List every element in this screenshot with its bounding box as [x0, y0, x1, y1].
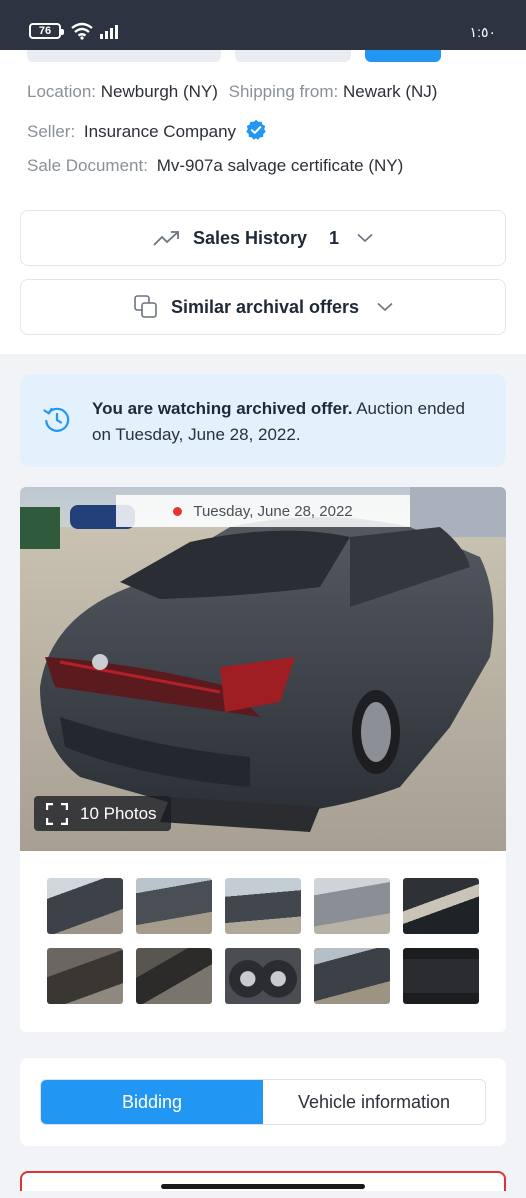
primary-button-stub[interactable]	[365, 50, 441, 62]
seller-value: Insurance Company	[83, 122, 237, 141]
view-photos-button[interactable]: 10 Photos	[34, 796, 171, 831]
button-stub	[27, 50, 221, 62]
photo-thumbnail[interactable]	[225, 878, 301, 934]
photo-thumbnail[interactable]	[314, 948, 390, 1004]
signal-icon	[100, 23, 118, 39]
status-bar: 76 ١:٥٠	[0, 0, 526, 50]
photos-count-label: 10 Photos	[80, 803, 157, 823]
trending-up-icon	[153, 229, 181, 247]
history-icon	[42, 404, 72, 439]
sale-document-value: Mv-907a salvage certificate (NY)	[156, 156, 404, 175]
fullscreen-icon	[46, 802, 68, 825]
location-row: Location: Newburgh (NY) Shipping from: N…	[27, 82, 437, 102]
tab-vehicle-information[interactable]: Vehicle information	[263, 1080, 485, 1124]
details-tabs-card: Bidding Vehicle information	[20, 1058, 506, 1146]
photo-thumbnail[interactable]	[47, 948, 123, 1004]
shipping-label: Shipping from:	[228, 82, 339, 101]
home-indicator[interactable]	[161, 1184, 365, 1189]
chevron-down-icon	[377, 302, 393, 312]
main-vehicle-photo[interactable]: Tuesday, June 28, 2022 10 Photos	[20, 487, 506, 851]
sales-history-count: 1	[329, 227, 340, 248]
photo-thumbnail[interactable]	[314, 878, 390, 934]
auction-date: Tuesday, June 28, 2022	[193, 502, 353, 520]
tab-bar: Bidding Vehicle information	[40, 1079, 486, 1125]
wifi-icon	[71, 22, 93, 40]
shipping-value: Newark (NJ)	[342, 82, 438, 101]
location-label: Location:	[27, 82, 96, 101]
photo-thumbnail[interactable]	[136, 878, 212, 934]
sales-history-accordion[interactable]: Sales History 1	[20, 210, 506, 266]
banner-text: You are watching archived offer. Auction…	[92, 396, 482, 448]
sale-document-label: Sale Document:	[27, 156, 148, 175]
archived-offer-banner: You are watching archived offer. Auction…	[20, 374, 506, 467]
photo-thumbnails	[47, 878, 481, 1004]
verified-badge-icon	[246, 119, 266, 140]
photo-thumbnail[interactable]	[47, 878, 123, 934]
location-value: Newburgh (NY)	[100, 82, 218, 101]
copy-icon	[133, 294, 159, 320]
sales-history-label: Sales History	[192, 227, 308, 248]
seller-label: Seller:	[27, 122, 76, 141]
photo-thumbnail[interactable]	[403, 878, 479, 934]
red-dot-icon	[173, 506, 183, 516]
auction-date-chip: Tuesday, June 28, 2022	[116, 495, 410, 527]
photo-thumbnail[interactable]	[403, 948, 479, 1004]
tab-bidding[interactable]: Bidding	[41, 1080, 263, 1124]
similar-offers-label: Similar archival offers	[170, 296, 360, 317]
clock: ١:٥٠	[469, 24, 496, 40]
photo-thumbnail[interactable]	[225, 948, 301, 1004]
photo-thumbnail[interactable]	[136, 948, 212, 1004]
button-stub	[235, 50, 351, 62]
vehicle-details-card: Location: Newburgh (NY) Shipping from: N…	[0, 50, 526, 354]
similar-offers-accordion[interactable]: Similar archival offers	[20, 279, 506, 335]
photo-gallery-card: Tuesday, June 28, 2022 10 Photos	[20, 487, 506, 1032]
battery-icon: 76	[29, 23, 64, 39]
banner-bold-text: You are watching archived offer.	[92, 399, 353, 418]
battery-level: 76	[38, 25, 52, 37]
sale-document-row: Sale Document: Mv-907a salvage certifica…	[27, 156, 403, 176]
chevron-down-icon	[357, 233, 373, 243]
seller-row: Seller: Insurance Company	[27, 119, 267, 142]
